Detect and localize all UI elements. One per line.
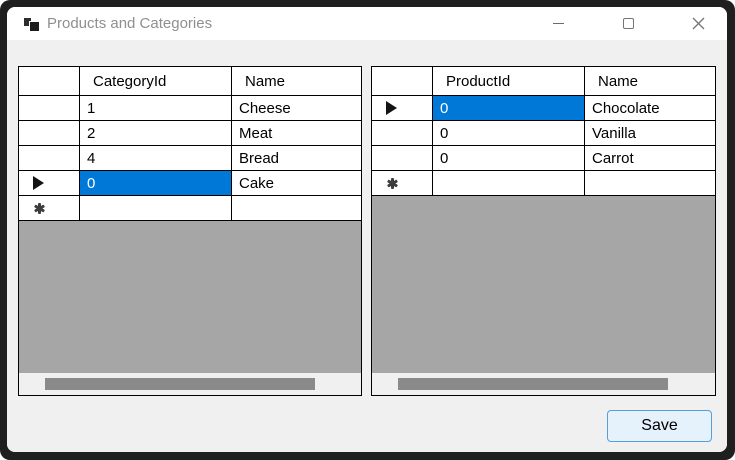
horizontal-scrollbar[interactable]: [372, 373, 715, 395]
cell[interactable]: 0: [433, 146, 585, 170]
row-header-cell[interactable]: [19, 171, 80, 195]
horizontal-scrollbar[interactable]: [19, 373, 361, 395]
row-header-cell[interactable]: [19, 96, 80, 120]
categories-grid: CategoryIdName1Cheese2Meat4Bread0Cake: [18, 66, 362, 396]
table-row: 0Cake: [19, 171, 361, 196]
row-header-cell[interactable]: [372, 121, 433, 145]
grid-background: [19, 221, 361, 373]
minimize-icon: [553, 23, 564, 24]
table-row: 4Bread: [19, 146, 361, 171]
header-row: CategoryIdName: [19, 67, 361, 96]
row-header-cell[interactable]: [19, 146, 80, 170]
column-header-categoryid[interactable]: CategoryId: [80, 67, 232, 95]
app-window: Products and Categories CategoryIdName1C…: [7, 7, 727, 452]
cell[interactable]: Carrot: [585, 146, 715, 170]
table-row: 0Carrot: [372, 146, 715, 171]
new-row: [372, 171, 715, 196]
app-icon: [24, 16, 40, 32]
cell[interactable]: 0: [433, 121, 585, 145]
cell[interactable]: [585, 171, 715, 195]
table-row: 0Vanilla: [372, 121, 715, 146]
window-frame: Products and Categories CategoryIdName1C…: [0, 0, 735, 460]
cell[interactable]: Chocolate: [585, 96, 715, 120]
table-row: 1Cheese: [19, 96, 361, 121]
cell[interactable]: Cheese: [232, 96, 361, 120]
minimize-button[interactable]: [535, 7, 581, 40]
column-header-name[interactable]: Name: [585, 67, 715, 95]
table-row: 2Meat: [19, 121, 361, 146]
table-row: 0Chocolate: [372, 96, 715, 121]
titlebar[interactable]: Products and Categories: [7, 7, 727, 40]
row-header-cell[interactable]: [19, 121, 80, 145]
save-button[interactable]: Save: [607, 410, 712, 442]
grid-background: [372, 196, 715, 373]
row-header-cell[interactable]: [372, 96, 433, 120]
window-title: Products and Categories: [47, 15, 212, 32]
scrollbar-thumb[interactable]: [45, 378, 315, 390]
close-icon: [691, 16, 706, 31]
cell[interactable]: 0: [80, 171, 232, 195]
new-row-asterisk-icon: [38, 203, 41, 214]
row-header-cell[interactable]: [372, 171, 433, 195]
close-button[interactable]: [675, 7, 721, 40]
maximize-button[interactable]: [605, 7, 651, 40]
new-row: [19, 196, 361, 221]
row-header-cell[interactable]: [372, 146, 433, 170]
cell[interactable]: Bread: [232, 146, 361, 170]
cell[interactable]: [232, 196, 361, 220]
cell[interactable]: Cake: [232, 171, 361, 195]
cell[interactable]: Vanilla: [585, 121, 715, 145]
cell[interactable]: 4: [80, 146, 232, 170]
cell[interactable]: [80, 196, 232, 220]
current-row-arrow-icon: [33, 176, 44, 190]
window-controls: [535, 7, 721, 40]
cell[interactable]: 2: [80, 121, 232, 145]
cell[interactable]: 0: [433, 96, 585, 120]
row-header-cell[interactable]: [19, 196, 80, 220]
new-row-asterisk-icon: [391, 178, 394, 189]
form-client-area: CategoryIdName1Cheese2Meat4Bread0Cake Pr…: [7, 40, 727, 452]
select-all-header[interactable]: [372, 67, 433, 95]
maximize-icon: [623, 18, 634, 29]
cell[interactable]: 1: [80, 96, 232, 120]
select-all-header[interactable]: [19, 67, 80, 95]
current-row-arrow-icon: [386, 101, 397, 115]
products-grid: ProductIdName0Chocolate0Vanilla0Carrot: [371, 66, 716, 396]
cell[interactable]: Meat: [232, 121, 361, 145]
cell[interactable]: [433, 171, 585, 195]
header-row: ProductIdName: [372, 67, 715, 96]
scrollbar-thumb[interactable]: [398, 378, 668, 390]
column-header-productid[interactable]: ProductId: [433, 67, 585, 95]
column-header-name[interactable]: Name: [232, 67, 361, 95]
